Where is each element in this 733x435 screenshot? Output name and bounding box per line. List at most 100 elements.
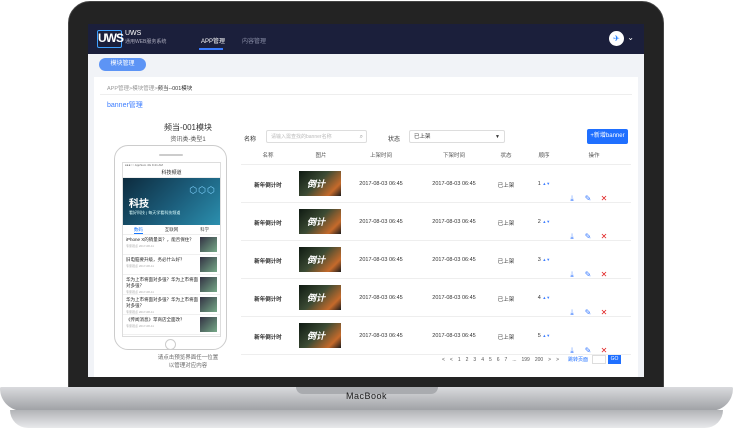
page-link[interactable]: < <box>442 357 445 363</box>
logo: UWS <box>97 30 124 48</box>
sort-arrows-icon: ▲▼ <box>542 219 551 224</box>
search-input[interactable]: 请输入需查找的banner名称 ⌕ <box>266 130 367 143</box>
news-item[interactable]: 华为上市将面对多强？华为上市将面对多强？ 专家观点 2017-08-11 <box>123 295 220 315</box>
delete-icon[interactable]: ✕ <box>601 308 608 317</box>
phone-header[interactable]: 科技频道 <box>123 168 220 178</box>
page-link[interactable]: 4 <box>481 357 484 363</box>
goto-page-input[interactable] <box>592 355 606 364</box>
bird-logo-icon[interactable]: ✈ <box>609 31 624 46</box>
module-name: 频当-001模块 <box>163 123 212 132</box>
table-row: 新年倒计时 倒计 2017-08-03 06:45 2017-08-03 06:… <box>241 165 631 203</box>
page-link[interactable]: > <box>556 357 559 363</box>
edit-icon[interactable]: ✎ <box>585 270 592 279</box>
row-off-time: 2017-08-03 06:45 <box>432 181 476 187</box>
row-order[interactable]: 1 ▲▼ <box>538 181 551 187</box>
preview-hint: 请点击预览界面任一位置 以管理对应内容 <box>157 355 219 369</box>
row-name: 新年倒计时 <box>254 335 282 341</box>
row-name: 新年倒计时 <box>254 183 282 189</box>
row-on-time: 2017-08-03 06:45 <box>359 333 403 339</box>
page-link[interactable]: 5 <box>489 357 492 363</box>
sort-arrows-icon: ▲▼ <box>542 333 551 338</box>
download-icon[interactable]: ⤓ <box>570 346 574 356</box>
row-order[interactable]: 4 ▲▼ <box>538 295 551 301</box>
banner-image: 倒计 <box>299 285 341 310</box>
phone-preview[interactable]: ●●●○○ AppSum 4G 9:41 AM 科技频道 ⬡⬡⬡ 科技 看好科技… <box>114 145 227 350</box>
row-on-time: 2017-08-03 06:45 <box>359 257 403 263</box>
row-on-time: 2017-08-03 06:45 <box>359 219 403 225</box>
row-status: 已上架 <box>497 259 515 265</box>
row-status: 已上架 <box>497 297 515 303</box>
table-row: 新年倒计时 倒计 2017-08-03 06:45 2017-08-03 06:… <box>241 203 631 241</box>
go-button[interactable]: GO <box>608 355 621 364</box>
logo-text: UWS 通用WEB服务系统 <box>125 30 167 45</box>
sort-arrows-icon: ▲▼ <box>542 295 551 300</box>
search-icon: ⌕ <box>359 134 363 140</box>
page-link[interactable]: > <box>548 357 551 363</box>
chevron-down-icon[interactable]: ⌄ <box>627 33 634 42</box>
pagination[interactable]: < <1 2 3 4 5 6 7... 199 200 > > <box>442 357 564 363</box>
add-banner-button[interactable]: +新增banner <box>587 129 628 144</box>
row-status: 已上架 <box>497 183 515 189</box>
page-link[interactable]: 199 <box>521 357 529 363</box>
table-row: 新年倒计时 倒计 2017-08-03 06:45 2017-08-03 06:… <box>241 279 631 317</box>
phone-tabs[interactable]: 数码 互联网 科学 <box>123 225 220 235</box>
chevron-down-icon: ▼ <box>495 134 500 140</box>
nav-active-indicator <box>199 48 223 50</box>
page-link[interactable]: 3 <box>473 357 476 363</box>
delete-icon[interactable]: ✕ <box>601 270 608 279</box>
table-row: 新年倒计时 倒计 2017-08-03 06:45 2017-08-03 06:… <box>241 317 631 355</box>
nav-app-management[interactable]: APP管理 <box>201 36 225 45</box>
row-order[interactable]: 3 ▲▼ <box>538 257 551 263</box>
module-management-button[interactable]: 模块管理 <box>99 58 146 71</box>
status-select[interactable]: 已上架 ▼ <box>409 130 505 143</box>
page-link[interactable]: 1 <box>458 357 461 363</box>
row-off-time: 2017-08-03 06:45 <box>432 333 476 339</box>
banner-image: 倒计 <box>299 323 341 348</box>
name-label: 名称 <box>244 137 257 143</box>
page-link[interactable]: 200 <box>535 357 543 363</box>
edit-icon[interactable]: ✎ <box>585 232 592 241</box>
row-off-time: 2017-08-03 06:45 <box>432 257 476 263</box>
row-name: 新年倒计时 <box>254 221 282 227</box>
banner-management-title: banner管理 <box>107 102 143 109</box>
row-name: 新年倒计时 <box>254 259 282 265</box>
delete-icon[interactable]: ✕ <box>601 346 608 355</box>
row-order[interactable]: 5 ▲▼ <box>538 333 551 339</box>
row-on-time: 2017-08-03 06:45 <box>359 295 403 301</box>
table-row: 新年倒计时 倒计 2017-08-03 06:45 2017-08-03 06:… <box>241 241 631 279</box>
nav-content-management[interactable]: 内容管理 <box>242 36 266 45</box>
edit-icon[interactable]: ✎ <box>585 308 592 317</box>
hexagon-icon: ⬡⬡⬡ <box>189 185 216 195</box>
news-item[interactable]: 华为上市将面对多强？华为上市将面对多强？ 专家观点 2017-08-11 <box>123 275 220 295</box>
main-card: APP管理>模块管理>频当--001模块 banner管理 频当-001模块 资… <box>94 77 638 377</box>
home-button <box>165 339 176 350</box>
page-link[interactable]: 2 <box>466 357 469 363</box>
row-status: 已上架 <box>497 221 515 227</box>
screen: UWS UWS 通用WEB服务系统 APP管理 内容管理 ✈ ⌄ 模块管理 APP… <box>88 24 644 377</box>
delete-icon[interactable]: ✕ <box>601 232 608 241</box>
page-link[interactable]: ... <box>512 357 516 363</box>
goto-label: 跳转页面 <box>568 357 589 363</box>
row-status: 已上架 <box>497 335 515 341</box>
status-label: 状态 <box>388 137 401 143</box>
row-off-time: 2017-08-03 06:45 <box>432 295 476 301</box>
row-order[interactable]: 2 ▲▼ <box>538 219 551 225</box>
banner-image: 倒计 <box>299 209 341 234</box>
page-link[interactable]: < <box>450 357 453 363</box>
table-header: 名称 图片 上架时间 下架时间 状态 顺序 操作 <box>241 151 631 165</box>
row-on-time: 2017-08-03 06:45 <box>359 181 403 187</box>
page-link[interactable]: 7 <box>505 357 508 363</box>
top-bar: UWS UWS 通用WEB服务系统 APP管理 内容管理 ✈ ⌄ <box>88 24 644 54</box>
sort-arrows-icon: ▲▼ <box>542 181 551 186</box>
news-item[interactable]: iPhone X的销量高？，能否保住？ 专家观点 2017-08-11 <box>123 235 220 255</box>
edit-icon[interactable]: ✎ <box>585 346 592 355</box>
delete-icon[interactable]: ✕ <box>601 194 608 203</box>
module-type: 资讯类-类型1 <box>170 137 206 143</box>
edit-icon[interactable]: ✎ <box>585 194 592 203</box>
breadcrumb: APP管理>模块管理>频当--001模块 <box>107 86 193 92</box>
news-item[interactable]: 《传闻消息》苹商店全面改？ 专家观点 2017-08-11 <box>123 315 220 335</box>
page-link[interactable]: 6 <box>497 357 500 363</box>
row-name: 新年倒计时 <box>254 297 282 303</box>
phone-banner[interactable]: ⬡⬡⬡ 科技 看好科技 | 每天学看科技频道 <box>123 178 220 225</box>
news-item[interactable]: 旧电脑要升级，务必什么好？ 专家观点 2017-08-11 <box>123 255 220 275</box>
